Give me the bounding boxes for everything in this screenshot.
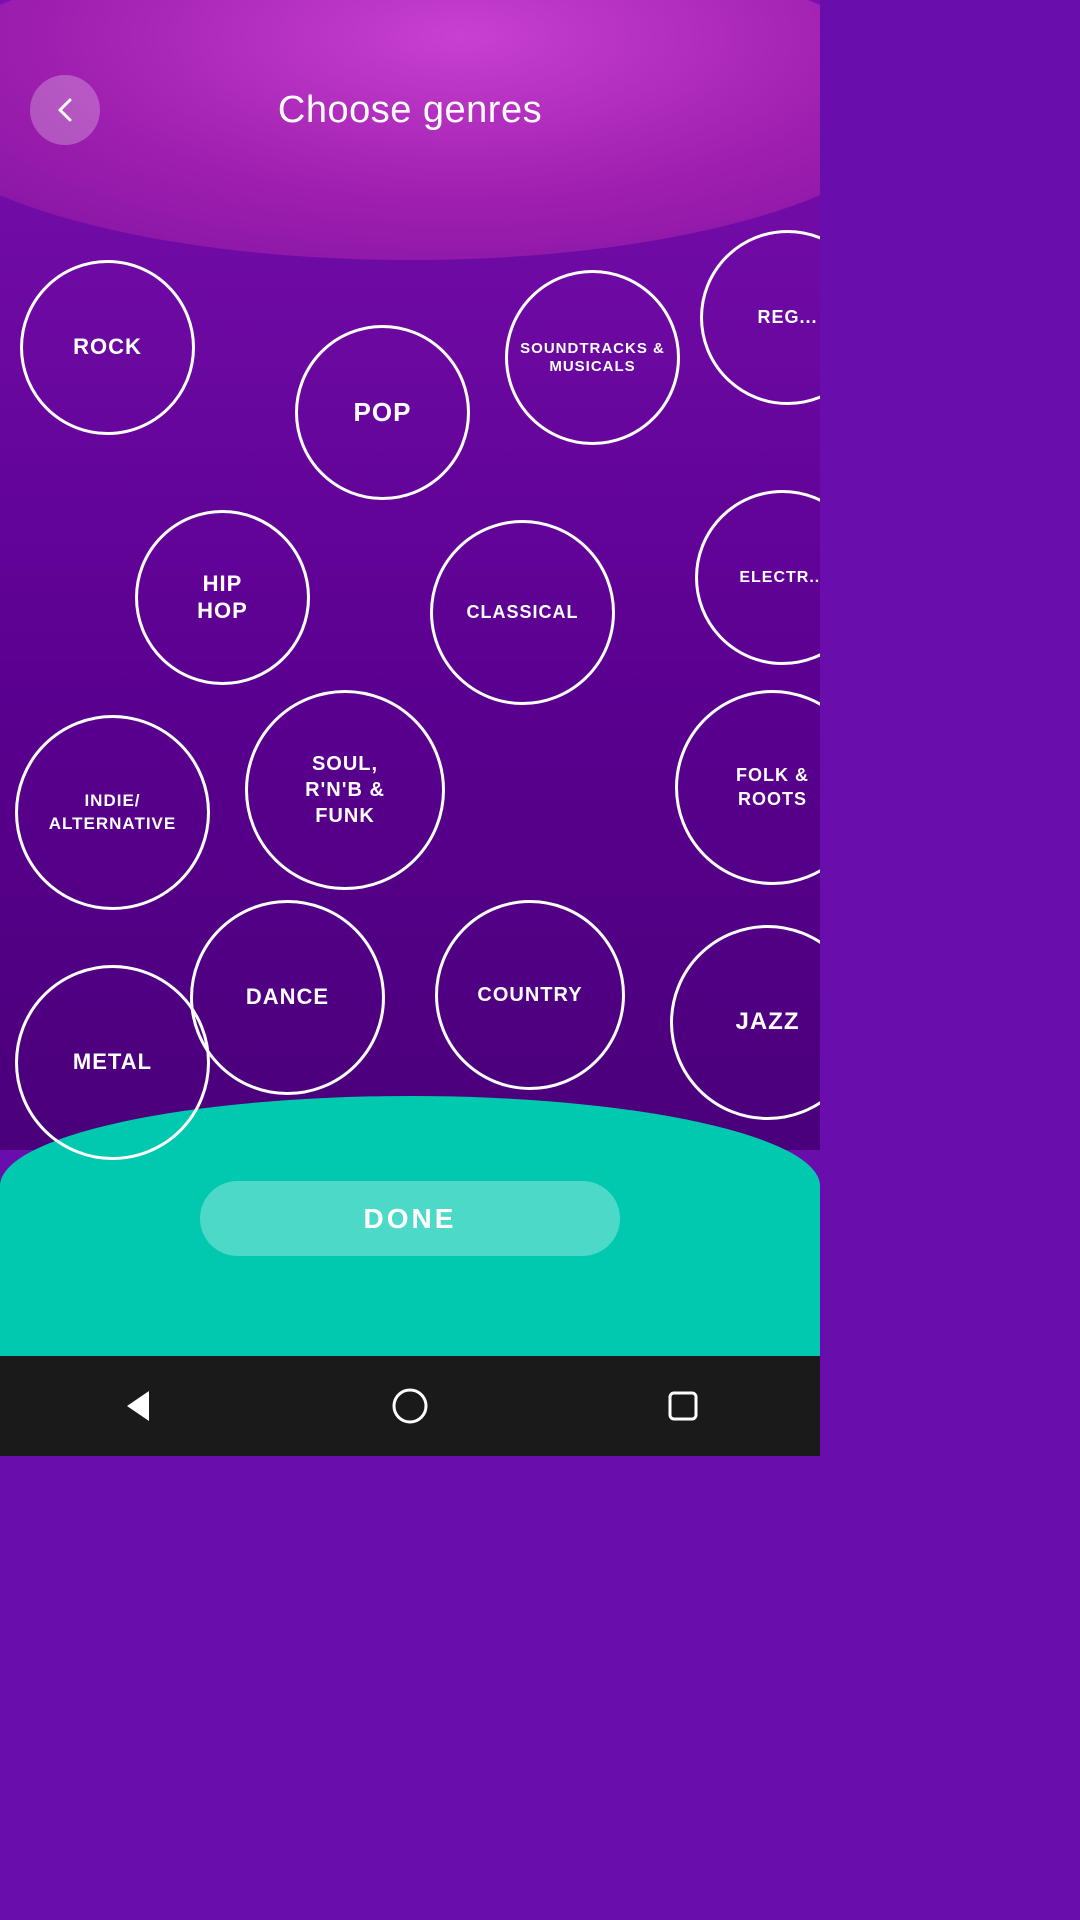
genre-classical[interactable]: CLASSICAL [430,520,615,705]
genre-rock[interactable]: ROCK [20,260,195,435]
header: Choose genres [0,0,820,180]
genre-soundtracks[interactable]: SOUNDTRACKS & MUSICALS [505,270,680,445]
genre-pop[interactable]: POP [295,325,470,500]
genre-indie[interactable]: INDIE/ALTERNATIVE [15,715,210,910]
back-button[interactable] [30,75,100,145]
genre-metal[interactable]: METAL [15,965,210,1160]
genre-hiphop[interactable]: HIPHOP [135,510,310,685]
genre-electro[interactable]: ELECTR... [695,490,820,665]
nav-recent-icon[interactable] [658,1381,708,1431]
bubbles-area: ROCK POP SOUNDTRACKS & MUSICALS REG... H… [0,200,820,1150]
page-title: Choose genres [100,89,720,132]
nav-back-icon[interactable] [112,1381,162,1431]
genre-dance[interactable]: DANCE [190,900,385,1095]
genre-country[interactable]: COUNTRY [435,900,625,1090]
genre-jazz[interactable]: JAZZ [670,925,820,1120]
app-container: Choose genres ROCK POP SOUNDTRACKS & MUS… [0,0,820,1456]
genre-folk[interactable]: FOLK &ROOTS [675,690,820,885]
nav-home-icon[interactable] [385,1381,435,1431]
nav-bar [0,1356,820,1456]
done-button[interactable]: DONE [200,1181,620,1256]
genre-soul[interactable]: SOUL,R'N'B &FUNK [245,690,445,890]
genre-reggae[interactable]: REG... [700,230,820,405]
